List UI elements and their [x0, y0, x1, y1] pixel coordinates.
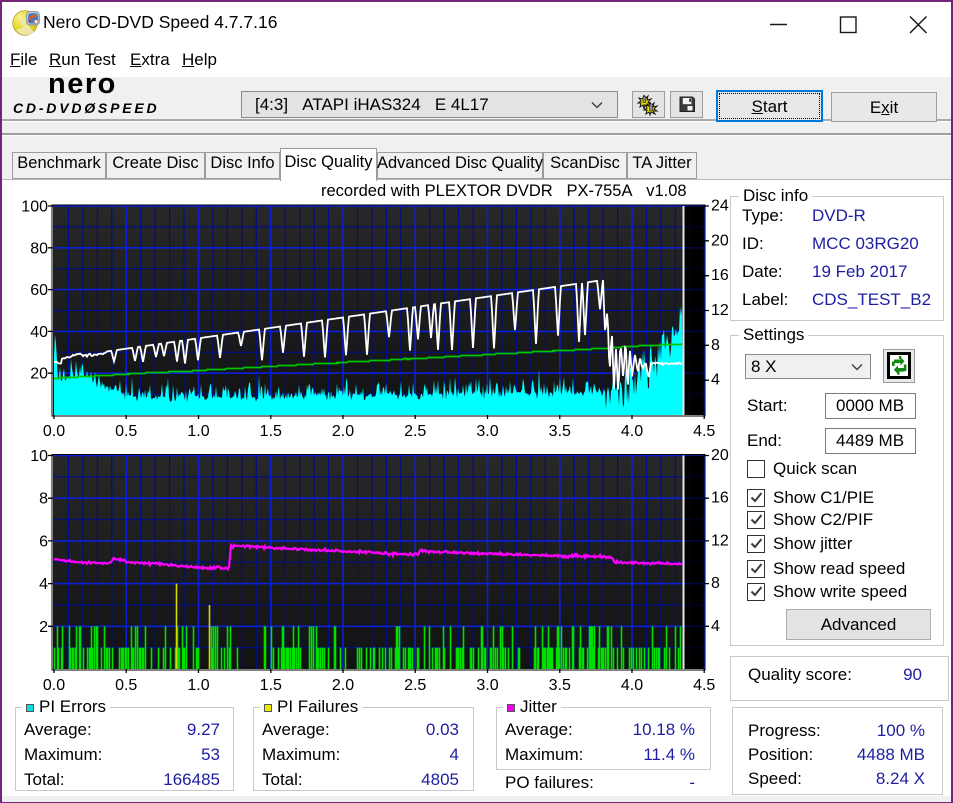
svg-text:2: 2: [39, 619, 48, 636]
svg-text:100: 100: [21, 199, 48, 216]
svg-text:4.0: 4.0: [621, 677, 643, 694]
svg-text:2.0: 2.0: [332, 677, 354, 694]
svg-text:2.0: 2.0: [332, 423, 354, 440]
svg-text:2.5: 2.5: [404, 677, 426, 694]
svg-text:3.5: 3.5: [549, 677, 571, 694]
svg-text:3.5: 3.5: [549, 423, 571, 440]
svg-text:20: 20: [30, 366, 48, 383]
svg-text:6: 6: [39, 533, 48, 550]
svg-text:2.5: 2.5: [404, 423, 426, 440]
svg-text:1.0: 1.0: [187, 423, 209, 440]
svg-text:20: 20: [711, 232, 729, 249]
svg-text:8: 8: [39, 491, 48, 508]
svg-text:1.5: 1.5: [260, 423, 282, 440]
svg-text:8: 8: [711, 575, 720, 592]
svg-text:16: 16: [711, 490, 729, 507]
svg-text:3.0: 3.0: [476, 423, 498, 440]
svg-text:16: 16: [711, 267, 729, 284]
svg-text:4: 4: [711, 618, 720, 635]
svg-text:4.0: 4.0: [621, 423, 643, 440]
svg-text:40: 40: [30, 324, 48, 341]
svg-text:0.5: 0.5: [115, 677, 137, 694]
svg-text:12: 12: [711, 532, 729, 549]
svg-text:12: 12: [711, 302, 729, 319]
svg-text:0.5: 0.5: [115, 423, 137, 440]
svg-text:60: 60: [30, 282, 48, 299]
svg-text:3.0: 3.0: [476, 677, 498, 694]
svg-text:0.0: 0.0: [43, 423, 65, 440]
svg-text:4: 4: [711, 372, 720, 389]
svg-text:4: 4: [39, 576, 48, 593]
svg-text:8: 8: [711, 337, 720, 354]
svg-text:1.5: 1.5: [260, 677, 282, 694]
svg-text:0.0: 0.0: [43, 677, 65, 694]
svg-text:24: 24: [711, 198, 729, 215]
svg-text:10: 10: [30, 448, 48, 465]
svg-text:80: 80: [30, 240, 48, 257]
svg-text:20: 20: [711, 447, 729, 464]
svg-text:4.5: 4.5: [693, 677, 715, 694]
svg-text:1.0: 1.0: [187, 677, 209, 694]
svg-text:4.5: 4.5: [693, 423, 715, 440]
